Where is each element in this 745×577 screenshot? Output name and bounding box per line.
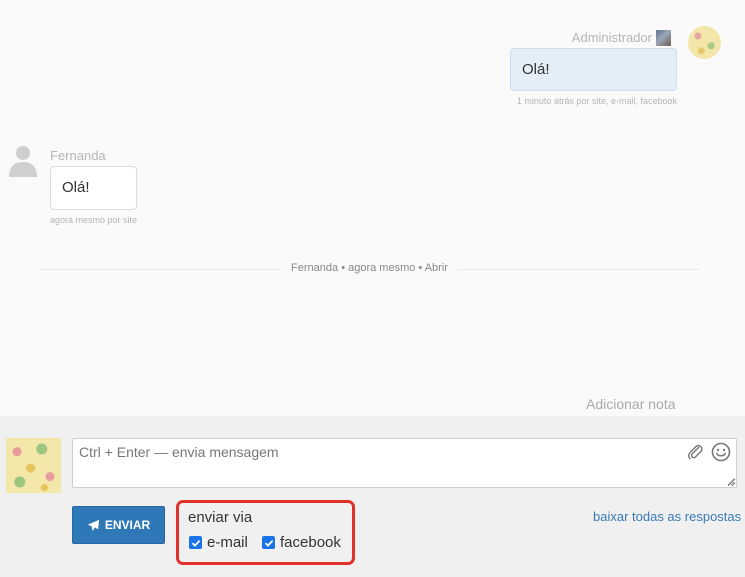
agent-avatar bbox=[6, 438, 61, 493]
email-checkbox[interactable] bbox=[189, 536, 202, 549]
composer: ENVIAR enviar via e-mail facebook baixar… bbox=[0, 416, 745, 577]
send-via-panel: enviar via e-mail facebook bbox=[176, 500, 355, 565]
smiley-icon[interactable] bbox=[711, 442, 731, 462]
send-via-title: enviar via bbox=[188, 509, 253, 526]
paperclip-icon[interactable] bbox=[686, 443, 704, 461]
send-button[interactable]: ENVIAR bbox=[72, 506, 165, 544]
message-input[interactable] bbox=[72, 438, 737, 488]
customer-name: Fernanda bbox=[50, 148, 106, 163]
channel-email-option[interactable]: e-mail bbox=[189, 534, 248, 551]
admin-avatar bbox=[688, 26, 721, 59]
facebook-checkbox[interactable] bbox=[262, 536, 275, 549]
status-line: Fernanda • agora mesmo • Abrir bbox=[281, 262, 458, 274]
admin-mini-avatar bbox=[656, 30, 671, 46]
admin-name: Administrador bbox=[571, 30, 652, 45]
paper-plane-icon bbox=[87, 519, 99, 531]
outgoing-message-meta: 1 minuto atrás por site, e-mail, faceboo… bbox=[516, 96, 677, 106]
checkmark-icon bbox=[264, 539, 273, 547]
incoming-message-meta: agora mesmo por site bbox=[50, 215, 138, 225]
send-button-label: ENVIAR bbox=[104, 518, 151, 532]
status-divider: Fernanda • agora mesmo • Abrir bbox=[40, 262, 699, 276]
chat-history: Administrador Olá! 1 minuto atrás por si… bbox=[0, 0, 745, 416]
facebook-option-label: facebook bbox=[280, 534, 341, 551]
user-silhouette-icon bbox=[9, 146, 37, 177]
incoming-message-bubble: Olá! bbox=[50, 166, 137, 210]
outgoing-message: Administrador Olá! 1 minuto atrás por si… bbox=[0, 0, 745, 120]
checkmark-icon bbox=[191, 539, 200, 547]
outgoing-message-bubble: Olá! bbox=[510, 48, 677, 91]
email-option-label: e-mail bbox=[207, 534, 248, 551]
download-all-replies-link[interactable]: baixar todas as respostas bbox=[593, 509, 741, 524]
add-note-link[interactable]: Adicionar nota bbox=[586, 396, 676, 412]
resize-grip-icon[interactable] bbox=[727, 478, 735, 486]
channel-facebook-option[interactable]: facebook bbox=[262, 534, 341, 551]
